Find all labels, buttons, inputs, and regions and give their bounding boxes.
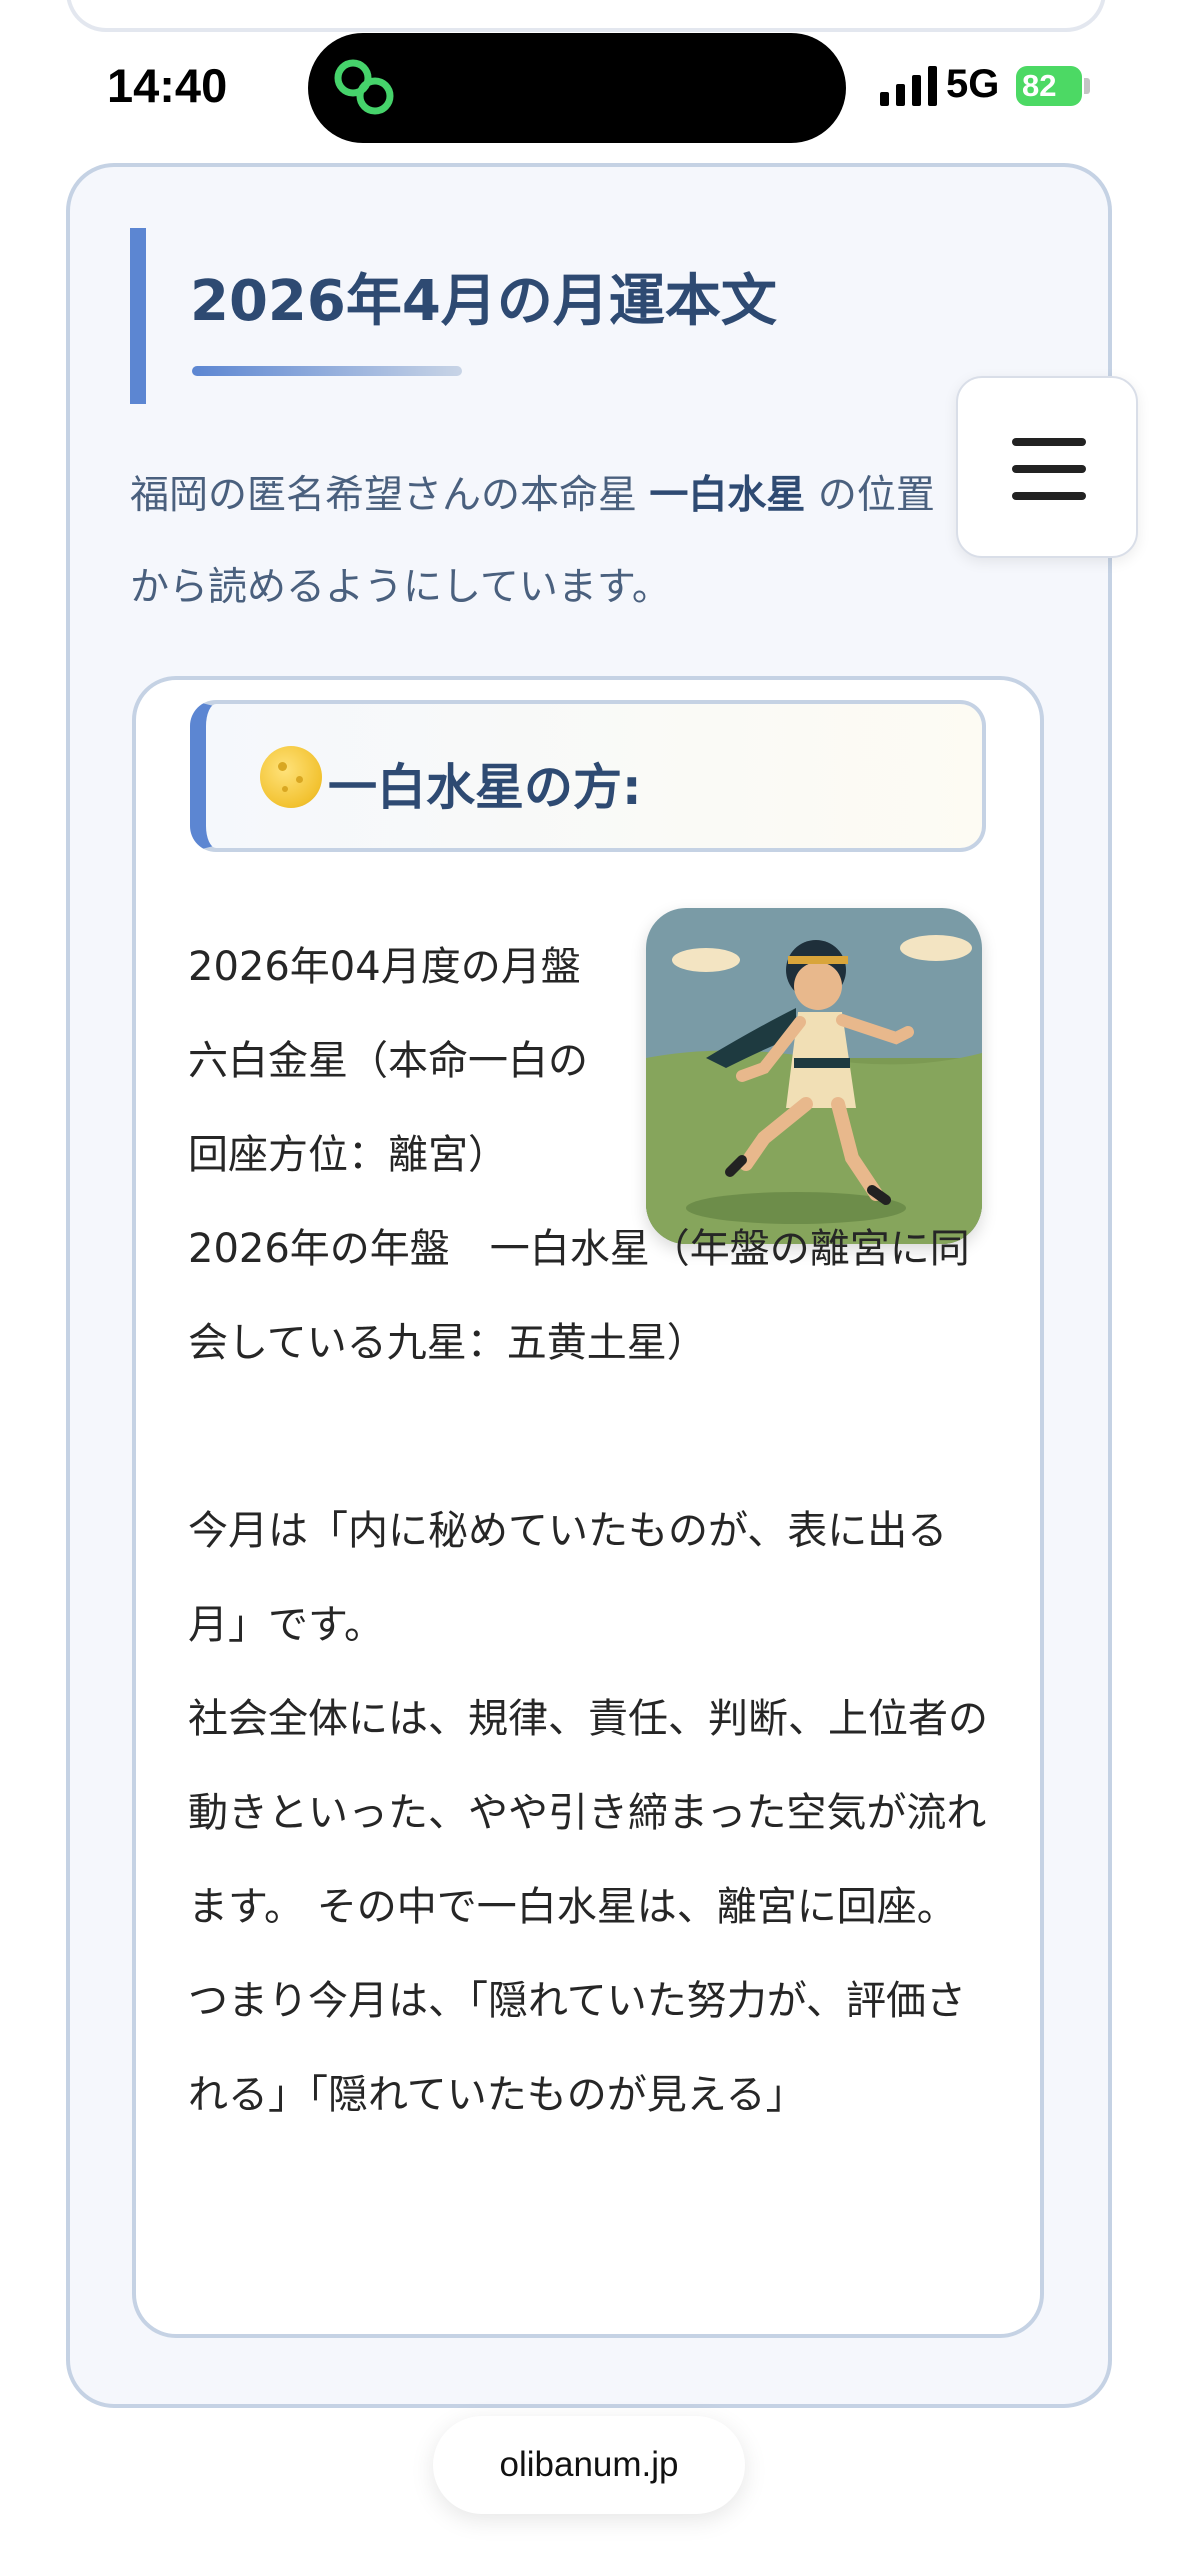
paragraph-meaning: つまり今月は、「隠れていた努力が、評価される」「隠れていたものが見える」 (188, 1978, 966, 2118)
hamburger-icon (1012, 438, 1086, 500)
status-bar: 14:40 5G 82 (0, 0, 1179, 160)
paragraph-spacer (188, 1390, 996, 1484)
intro-prefix: 福岡の匿名希望さんの本命星 (130, 473, 650, 518)
battery-level: 82 (1022, 68, 1057, 103)
title-accent-bar (130, 228, 146, 404)
full-moon-icon (260, 746, 322, 808)
paragraph-yearly-board: 2026年の年盤 一白水星（年盤の離宮に同会している九星：五黄土星） (188, 1226, 970, 1366)
intro-text: 福岡の匿名希望さんの本命星 一白水星 の位置から読めるようにしています。 (130, 450, 970, 634)
fortune-content-card: 一白水星の方: 2026年04月度の月盤 六白金星（本命一白の回座方位：離宮） … (132, 676, 1044, 2338)
battery-icon: 82 (1016, 66, 1082, 106)
section-heading-text: 一白水星の方: (328, 759, 642, 816)
battery-tip (1084, 78, 1090, 94)
signal-icon (880, 66, 937, 106)
url-bar[interactable]: olibanum.jp (433, 2416, 745, 2514)
intro-star: 一白水星 (649, 473, 806, 518)
status-time: 14:40 (107, 59, 228, 112)
fortune-body: 2026年04月度の月盤 六白金星（本命一白の回座方位：離宮） 2026年の年盤… (188, 920, 996, 2142)
paragraph-society: 社会全体には、規律、責任、判断、上位者の動きといった、やや引き締まった空気が流れ… (188, 1696, 988, 1930)
network-type: 5G (946, 62, 1000, 106)
paragraph-monthly-board: 2026年04月度の月盤 六白金星（本命一白の回座方位：離宮） (188, 944, 621, 1178)
dynamic-island[interactable] (308, 33, 846, 143)
section-heading: 一白水星の方: (190, 700, 986, 852)
menu-button[interactable] (956, 376, 1138, 558)
page-title: 2026年4月の月運本文 (190, 269, 777, 334)
paragraph-theme: 今月は「内に秘めていたものが、表に出る月」です。 (188, 1508, 948, 1648)
link-app-icon (334, 59, 394, 115)
title-underline (192, 366, 462, 376)
